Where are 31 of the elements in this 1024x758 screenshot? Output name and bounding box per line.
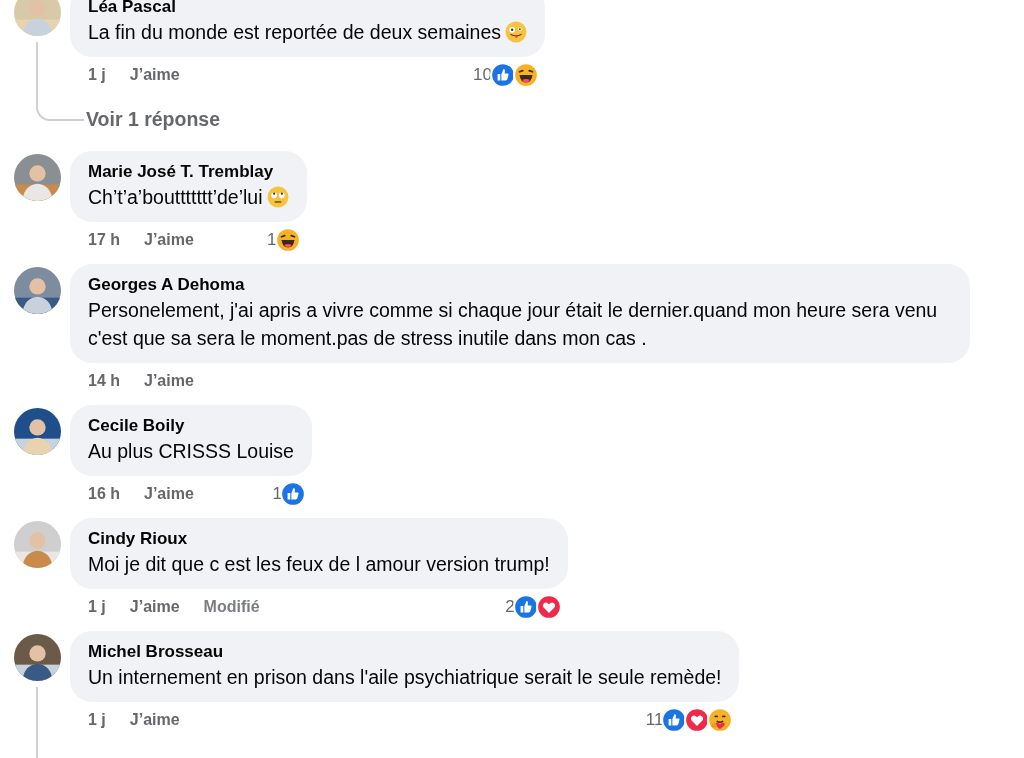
like-link[interactable]: J’aime bbox=[144, 231, 194, 249]
like-link[interactable]: J’aime bbox=[129, 711, 180, 729]
comment-text: Au plus CRISSS Louise bbox=[88, 440, 294, 462]
time-link[interactable]: 16 h bbox=[88, 485, 120, 503]
like-link[interactable]: J’aime bbox=[144, 485, 194, 503]
author-name[interactable]: Cecile Boily bbox=[88, 415, 294, 437]
reaction-count[interactable]: 11 bbox=[645, 710, 664, 730]
time-link[interactable]: 17 h bbox=[88, 231, 120, 249]
reaction-count[interactable]: 1 bbox=[272, 484, 282, 504]
like-link[interactable]: J’aime bbox=[129, 598, 180, 616]
comment-text: Moi je dit que c est les feux de l amour version trump! bbox=[88, 553, 550, 575]
like-link[interactable]: J’aime bbox=[129, 66, 180, 84]
reaction-count[interactable]: 2 bbox=[505, 597, 515, 617]
time-link[interactable]: 1 j bbox=[88, 598, 106, 616]
author-name[interactable]: Cindy Rioux bbox=[88, 528, 550, 550]
comment-text: La fin du monde est reportée de deux semaines bbox=[88, 21, 501, 43]
reaction-count[interactable]: 1 bbox=[267, 230, 277, 250]
comment-text: Personelement, j'ai apris a vivre comme si chaque jour était le dernier.quand mon heure sera venu c'est que sa sera le moment.pas de stress inutile dans mon cas . bbox=[88, 299, 938, 349]
author-name[interactable]: Michel Brosseau bbox=[88, 641, 722, 663]
edited-label: Modifié bbox=[203, 598, 260, 616]
author-name[interactable]: Léa Pascal bbox=[88, 0, 527, 18]
time-link[interactable]: 1 j bbox=[88, 66, 106, 84]
reaction-count[interactable]: 10 bbox=[473, 65, 492, 85]
comment-text: Un internement en prison dans l'aile psychiatrique serait le seule remède! bbox=[88, 666, 722, 688]
comment-text: Ch’t’a’bouttttttt’de’lui bbox=[88, 186, 263, 208]
like-link[interactable]: J’aime bbox=[144, 372, 194, 390]
author-name[interactable]: Marie José T. Tremblay bbox=[88, 161, 289, 183]
time-link[interactable]: 1 j bbox=[88, 711, 106, 729]
time-link[interactable]: 14 h bbox=[88, 372, 120, 390]
author-name[interactable]: Georges A Dehoma bbox=[88, 274, 952, 296]
view-replies-link[interactable]: Voir 1 réponse bbox=[86, 107, 220, 131]
